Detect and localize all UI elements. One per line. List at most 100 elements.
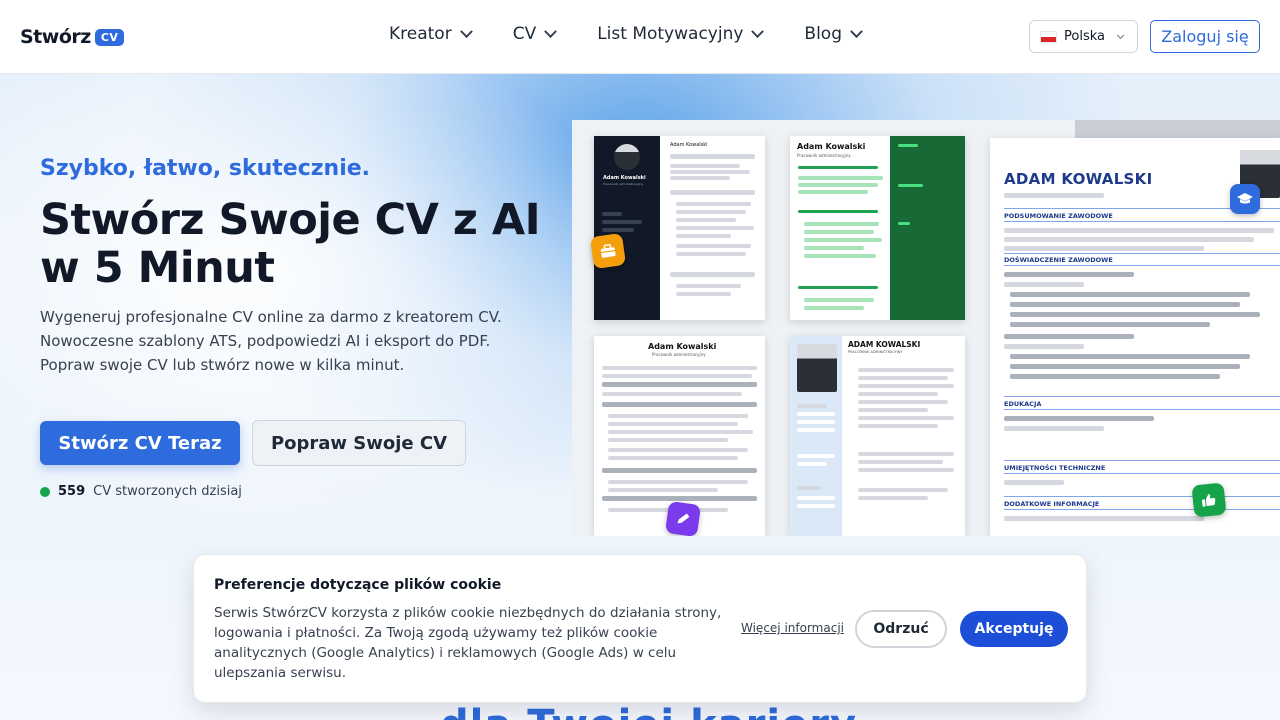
collage-backing xyxy=(1075,120,1280,138)
card-line xyxy=(798,176,883,180)
nav-item-label: Blog xyxy=(804,24,842,44)
divider xyxy=(1004,265,1280,266)
card-line xyxy=(858,496,928,500)
counter-value: 559 xyxy=(58,484,86,499)
card-line xyxy=(797,412,835,416)
improve-cv-button[interactable]: Popraw Swoje CV xyxy=(252,420,466,466)
login-button[interactable]: Zaloguj się xyxy=(1150,20,1260,53)
nav-item-list-motywacyjny[interactable]: List Motywacyjny xyxy=(597,24,765,44)
card-line xyxy=(608,456,738,460)
card-name: ADAM KOWALSKI xyxy=(848,340,921,349)
card-line xyxy=(608,448,748,452)
reject-cookies-button[interactable]: Odrzuć xyxy=(855,610,947,648)
card-line xyxy=(797,428,835,432)
cookie-text: Serwis StwórzCV korzysta z plików cookie… xyxy=(214,605,722,681)
card-name: Adam Kowalski xyxy=(797,142,866,151)
card-line xyxy=(898,222,910,225)
more-info-link[interactable]: Więcej informacji xyxy=(741,621,844,635)
pen-icon xyxy=(664,500,702,536)
card-section xyxy=(602,402,757,407)
card-line xyxy=(1004,516,1204,521)
card-line xyxy=(804,246,864,250)
graduation-cap-icon xyxy=(1230,184,1260,214)
card-section xyxy=(670,154,755,159)
card-line xyxy=(676,210,746,214)
card-line xyxy=(608,422,738,426)
card-name: Adam Kowalski xyxy=(648,342,717,351)
card-line xyxy=(798,183,878,187)
avatar xyxy=(614,144,640,170)
status-dot-icon xyxy=(40,486,50,497)
card-line xyxy=(858,392,938,396)
chevron-down-icon xyxy=(1116,31,1125,39)
card-line xyxy=(797,454,835,458)
card-line xyxy=(858,384,954,388)
card-line xyxy=(1004,344,1084,349)
card-section-title: EDUKACJA xyxy=(1004,400,1042,408)
divider xyxy=(1004,409,1280,410)
card-line xyxy=(1004,282,1084,287)
card-line xyxy=(608,414,748,418)
card-section xyxy=(798,286,878,289)
card-line xyxy=(1004,416,1154,421)
card-name: ADAM KOWALSKI xyxy=(1004,170,1153,188)
card-subtitle: Pracownik administracyjny xyxy=(603,182,644,186)
card-line xyxy=(797,486,821,490)
logo-text: Stwórz xyxy=(20,26,91,48)
card-sidebar xyxy=(890,136,965,320)
divider xyxy=(1004,496,1280,497)
card-line xyxy=(602,392,742,396)
nav-item-kreator[interactable]: Kreator xyxy=(389,24,473,44)
card-line xyxy=(797,504,835,508)
card-line xyxy=(804,238,882,242)
card-line xyxy=(797,404,827,408)
nav-item-label: CV xyxy=(512,24,537,44)
accept-cookies-button[interactable]: Akceptuję xyxy=(960,611,1068,647)
divider xyxy=(1004,473,1280,474)
card-line xyxy=(898,184,923,187)
divider xyxy=(1004,509,1280,510)
cv-template-card[interactable]: Adam Kowalski Pracownik administracyjny … xyxy=(594,136,765,320)
card-line xyxy=(798,190,868,194)
language-select[interactable]: Polska xyxy=(1029,20,1138,53)
nav-item-blog[interactable]: Blog xyxy=(804,24,863,44)
cookie-title: Preferencje dotyczące plików cookie xyxy=(214,577,502,593)
counter-label: CV stworzonych dzisiaj xyxy=(93,484,242,499)
card-line xyxy=(602,374,752,378)
card-section xyxy=(602,382,757,387)
card-line xyxy=(1010,292,1250,297)
card-line xyxy=(1010,354,1250,359)
card-line xyxy=(676,252,746,256)
cv-template-card[interactable]: ADAM KOWALSKI PRACOWNIK ADMINISTRACYJNY xyxy=(790,336,965,536)
logo-badge: CV xyxy=(94,28,125,46)
card-line xyxy=(1010,312,1260,317)
card-section-title: DODATKOWE INFORMACJE xyxy=(1004,500,1100,508)
card-section-title: DOŚWIADCZENIE ZAWODOWE xyxy=(1004,256,1113,264)
card-line xyxy=(804,306,864,310)
card-line xyxy=(1010,322,1210,327)
create-cv-button[interactable]: Stwórz CV Teraz xyxy=(40,421,240,465)
card-line xyxy=(670,164,740,168)
card-line xyxy=(676,226,754,230)
cookie-consent-banner: Preferencje dotyczące plików cookie Serw… xyxy=(193,554,1087,703)
card-line xyxy=(676,244,751,248)
card-line xyxy=(858,376,948,380)
card-line xyxy=(1004,193,1104,198)
card-line xyxy=(1004,246,1204,251)
card-subtitle: PRACOWNIK ADMINISTRACYJNY xyxy=(848,350,903,354)
card-line xyxy=(858,416,954,420)
cv-template-card[interactable]: Adam Kowalski Pracownik administracyjny xyxy=(790,136,965,320)
card-line xyxy=(602,212,622,216)
card-line xyxy=(676,292,731,296)
cv-preview-collage: Adam Kowalski Pracownik administracyjny … xyxy=(572,120,1280,536)
card-section xyxy=(602,496,757,501)
card-line xyxy=(608,430,753,434)
chevron-down-icon xyxy=(751,24,765,38)
nav-item-cv[interactable]: CV xyxy=(512,24,558,44)
card-line xyxy=(602,366,757,370)
card-line xyxy=(670,170,750,174)
card-line xyxy=(1004,334,1134,339)
logo[interactable]: Stwórz CV xyxy=(20,26,125,48)
thumbs-up-icon xyxy=(1191,482,1227,518)
card-line xyxy=(608,480,748,484)
